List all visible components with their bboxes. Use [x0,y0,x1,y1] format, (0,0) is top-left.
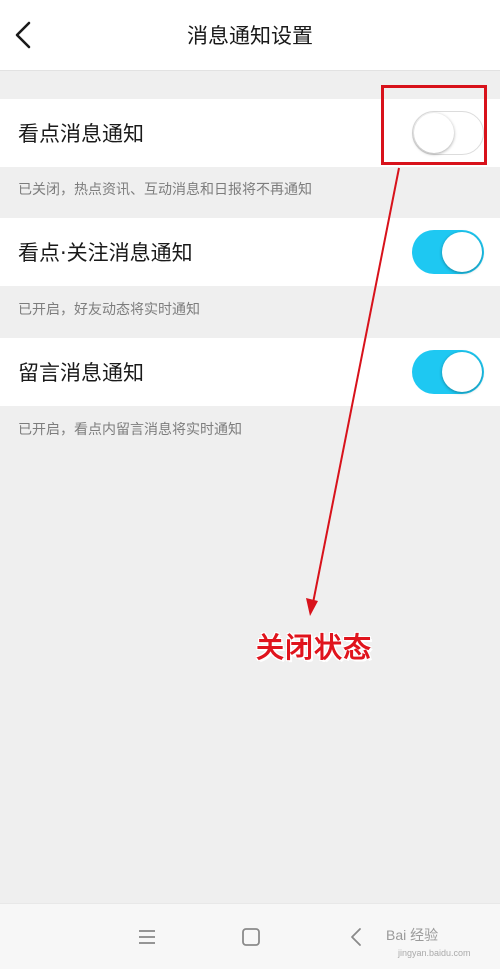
back-triangle-icon[interactable] [343,924,369,950]
watermark-url: jingyan.baidu.com [398,948,471,958]
arrow-icon [306,167,400,616]
watermark-logo: Bai 经验 [386,927,439,943]
menu-icon[interactable] [134,924,160,950]
annotation-label: 关闭状态 [256,631,373,664]
home-square-icon[interactable] [238,924,264,950]
